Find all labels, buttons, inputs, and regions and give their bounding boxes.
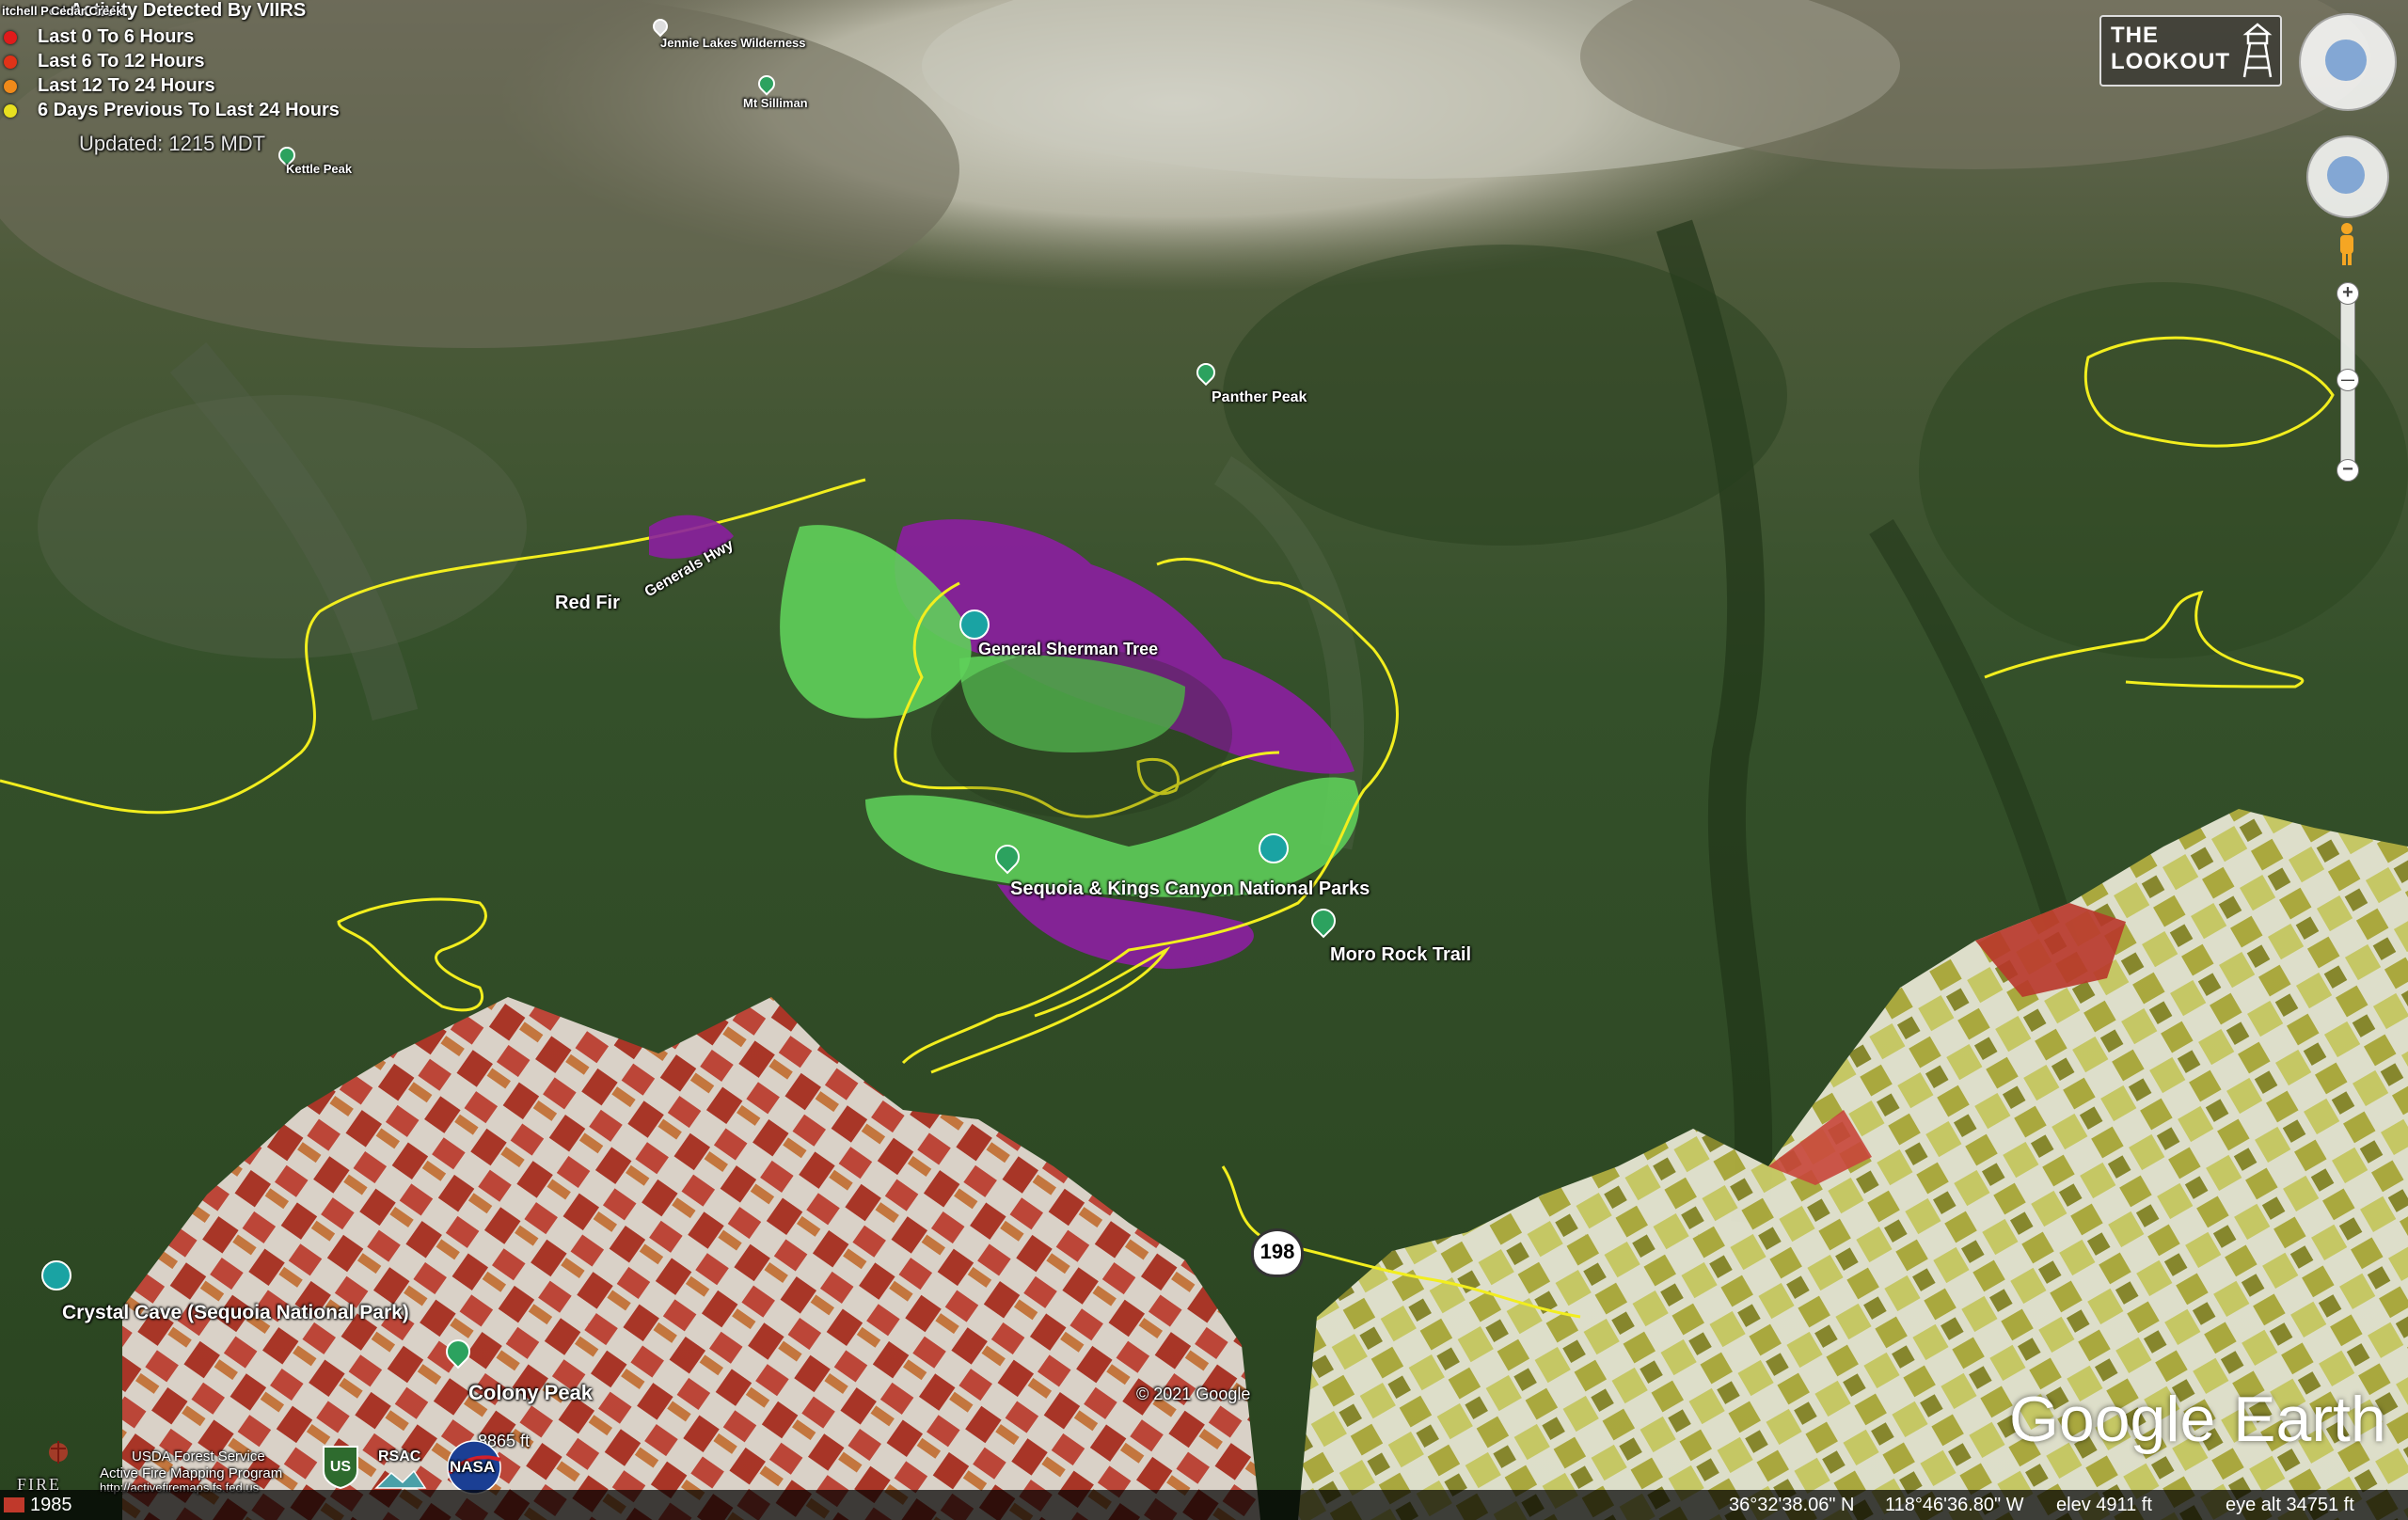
legend-label: Last 6 To 12 Hours — [38, 51, 205, 71]
rsac-logo-icon — [374, 1469, 427, 1489]
flag-icon — [4, 1497, 24, 1512]
move-joystick[interactable] — [2306, 135, 2389, 218]
status-eye-altitude: eye alt 34751 ft — [2226, 1495, 2354, 1515]
status-bar — [0, 1490, 2408, 1520]
label-kettle-peak[interactable]: Kettle Peak — [286, 162, 352, 176]
red-dot-icon — [4, 30, 17, 44]
satellite-terrain-map[interactable] — [0, 0, 2408, 1520]
move-center[interactable] — [2327, 156, 2365, 194]
status-year: 1985 — [30, 1495, 72, 1515]
credit-usda: USDA Forest Service — [132, 1449, 265, 1465]
camera-icon[interactable] — [41, 1260, 71, 1290]
label-sequoia-kings[interactable]: Sequoia & Kings Canyon National Parks — [1010, 879, 1370, 900]
lookout-line1: THE — [2111, 23, 2159, 48]
zoom-handle[interactable]: — — [2337, 369, 2359, 391]
google-earth-brand: Google Earth — [2009, 1384, 2386, 1455]
status-latitude: 36°32'38.06" N — [1729, 1495, 1855, 1515]
camera-icon[interactable] — [1259, 833, 1289, 863]
yellow-dot-icon — [4, 103, 17, 118]
label-crystal-cave[interactable]: Crystal Cave (Sequoia National Park) — [62, 1302, 409, 1324]
status-elevation: elev 4911 ft — [2056, 1495, 2152, 1515]
label-red-fir[interactable]: Red Fir — [555, 593, 620, 614]
label-mt-silliman[interactable]: Mt Silliman — [743, 96, 808, 110]
legend-item-6-days: 6 Days Previous To Last 24 Hours — [4, 100, 340, 121]
watchtower-icon — [2242, 23, 2273, 78]
zoom-in-button[interactable]: + — [2337, 282, 2359, 305]
street-view-pegman-icon[interactable] — [2337, 222, 2357, 267]
legend-label: Last 0 To 6 Hours — [38, 26, 195, 47]
legend-item-12-24h: Last 12 To 24 Hours — [4, 75, 215, 97]
route-198-shield: 198 — [1251, 1228, 1304, 1277]
legend-item-0-6h: Last 0 To 6 Hours — [4, 26, 194, 48]
label-moro-rock[interactable]: Moro Rock Trail — [1330, 944, 1471, 966]
credit-rsac: RSAC — [378, 1449, 421, 1465]
legend-item-6-12h: Last 6 To 12 Hours — [4, 51, 204, 72]
status-longitude: 118°46'36.80" W — [1885, 1495, 2024, 1515]
the-lookout-logo: THE LOOKOUT — [2099, 15, 2282, 87]
legend-label: Last 12 To 24 Hours — [38, 75, 215, 96]
svg-text:US: US — [330, 1459, 352, 1475]
credit-afmp: Active Fire Mapping Program — [100, 1465, 283, 1481]
legend-top-fragment-2: Cedar Creek — [51, 4, 123, 18]
label-colony-peak[interactable]: Colony Peak — [468, 1381, 593, 1405]
copyright: © 2021 Google — [1136, 1385, 1251, 1403]
look-center[interactable] — [2325, 40, 2367, 81]
legend-updated: Updated: 1215 MDT — [79, 132, 266, 155]
camera-icon[interactable] — [959, 610, 990, 640]
look-joystick[interactable] — [2299, 13, 2397, 111]
zoom-out-button[interactable]: − — [2337, 459, 2359, 482]
orange-dot-icon — [4, 79, 17, 93]
lookout-line2: LOOKOUT — [2111, 49, 2230, 74]
label-jennie-lakes[interactable]: Jennie Lakes Wilderness — [660, 36, 806, 50]
legend-label: 6 Days Previous To Last 24 Hours — [38, 100, 340, 120]
red-dot-icon — [4, 55, 17, 69]
label-general-sherman[interactable]: General Sherman Tree — [978, 640, 1158, 659]
label-panther-peak[interactable]: Panther Peak — [1212, 389, 1307, 406]
credit-nasa: NASA — [450, 1458, 496, 1476]
forest-service-shield-icon: US — [323, 1446, 358, 1490]
